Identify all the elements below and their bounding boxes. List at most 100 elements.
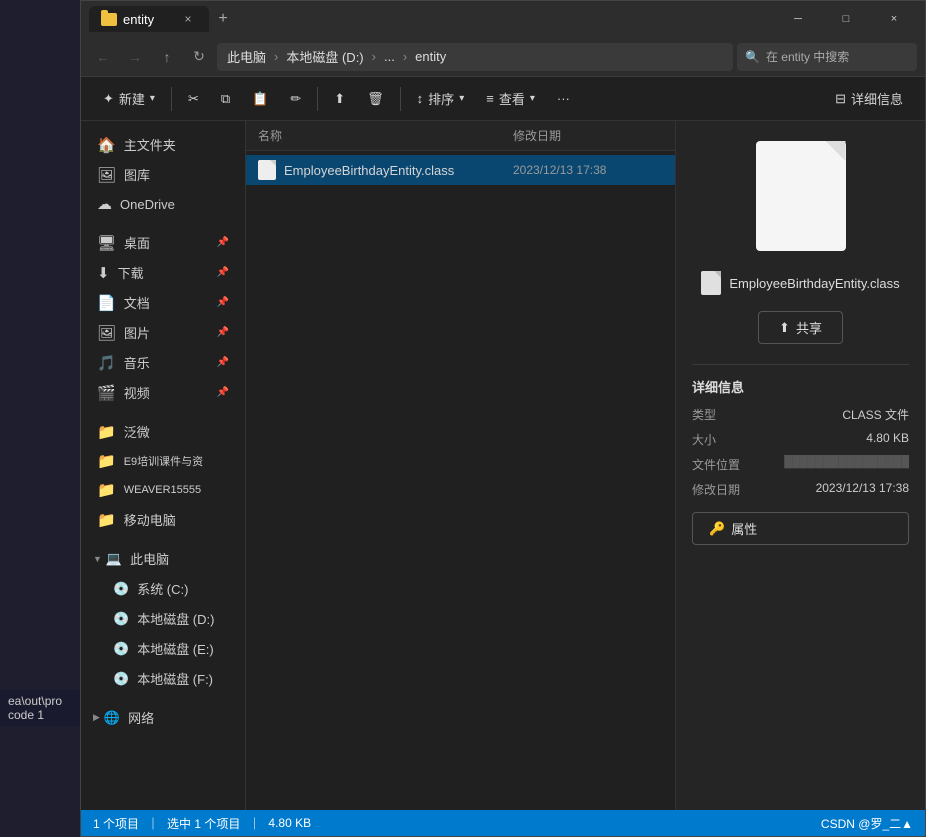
pin-icon-pictures: 📌 <box>217 327 229 338</box>
sidebar-label-videos: 视频 <box>124 383 150 402</box>
drive-e-label: 本地磁盘 (E:) <box>137 639 214 658</box>
col-date-header: 修改日期 <box>513 127 663 144</box>
new-tab-button[interactable]: + <box>209 5 237 33</box>
info-row-size: 大小 4.80 KB <box>692 431 909 448</box>
more-button[interactable]: ··· <box>547 86 580 111</box>
info-row-modified: 修改日期 2023/12/13 17:38 <box>692 481 909 498</box>
sidebar-item-mobile[interactable]: 📁 移动电脑 <box>85 505 241 534</box>
paste-button[interactable]: 📋 <box>242 86 278 112</box>
more-icon: ··· <box>557 91 570 106</box>
back-button[interactable]: ← <box>89 43 117 71</box>
sidebar-item-videos[interactable]: 🎬 视频 📌 <box>85 378 241 407</box>
search-bar[interactable]: 🔍 在 entity 中搜索 <box>737 43 917 71</box>
active-tab[interactable]: entity × <box>89 6 209 32</box>
status-right: CSDN @罗_二▲ <box>821 815 913 832</box>
tab-folder-icon <box>101 13 117 26</box>
cut-button[interactable]: ✂ <box>178 86 209 112</box>
desktop-icon: 🖥 <box>97 234 116 252</box>
up-icon: ↑ <box>164 49 171 65</box>
sort-arrow-icon: ▾ <box>459 93 464 104</box>
sidebar-label-onedrive: OneDrive <box>120 197 175 212</box>
sidebar-item-drive-f[interactable]: 💿 本地磁盘 (F:) <box>85 664 241 693</box>
sidebar-item-music[interactable]: 🎵 音乐 📌 <box>85 348 241 377</box>
delete-button[interactable]: 🗑 <box>357 86 394 112</box>
sidebar-item-drive-d[interactable]: 💿 本地磁盘 (D:) <box>85 604 241 633</box>
share-icon: ⬆ <box>334 91 345 107</box>
sort-button[interactable]: ↕ 排序 ▾ <box>407 84 475 113</box>
view-button[interactable]: ≡ 查看 ▾ <box>476 84 545 113</box>
info-value-location: ████████████████ <box>784 456 909 468</box>
sidebar-item-pictures[interactable]: 🖼 图片 📌 <box>85 318 241 347</box>
paste-icon: 📋 <box>252 91 268 107</box>
file-class-icon <box>258 160 276 180</box>
drive-e-icon: 💿 <box>113 641 129 657</box>
drive-c-label: 系统 (C:) <box>137 579 188 598</box>
sort-icon: ↕ <box>417 91 424 106</box>
sidebar-item-downloads[interactable]: ⬇ 下载 📌 <box>85 258 241 287</box>
status-right-text: CSDN @罗_二▲ <box>821 815 913 832</box>
separator-2 <box>317 87 318 111</box>
sidebar: 🏠 主文件夹 🖼 图库 ☁ OneDrive 🖥 桌面 📌 ⬇ 下载 📌 <box>81 121 246 810</box>
col-name-header: 名称 <box>258 127 513 144</box>
address-bar[interactable]: 此电脑 › 本地磁盘 (D:) › ... › entity <box>217 43 733 71</box>
details-icon: ⊟ <box>835 91 846 107</box>
network-expand[interactable]: ▶ 🌐 网络 <box>85 703 241 732</box>
info-value-type: CLASS 文件 <box>842 406 909 423</box>
sidebar-item-weaver[interactable]: 📁 WEAVER15555 <box>85 476 241 504</box>
weaver-folder-icon: 📁 <box>97 481 116 499</box>
detail-info: 详细信息 类型 CLASS 文件 大小 4.80 KB 文件位置 ███████… <box>692 364 909 545</box>
sidebar-label-mobile: 移动电脑 <box>124 510 176 529</box>
new-button[interactable]: ✦ 新建 ▾ <box>93 84 165 113</box>
sidebar-label-pictures: 图片 <box>124 323 150 342</box>
music-icon: 🎵 <box>97 354 116 372</box>
this-pc-icon: 💻 <box>106 551 122 567</box>
sidebar-item-drive-c[interactable]: 💿 系统 (C:) <box>85 574 241 603</box>
sidebar-item-gallery[interactable]: 🖼 图库 <box>85 160 241 189</box>
sidebar-item-drive-e[interactable]: 💿 本地磁盘 (E:) <box>85 634 241 663</box>
path-segment-1: 此电脑 <box>227 47 266 66</box>
refresh-icon: ↻ <box>193 48 205 65</box>
attr-button[interactable]: 🔑 属性 <box>692 512 909 545</box>
info-row-location: 文件位置 ████████████████ <box>692 456 909 473</box>
details-button[interactable]: ⊟ 详细信息 <box>825 84 913 113</box>
view-label: 查看 <box>499 89 525 108</box>
tab-close-button[interactable]: × <box>179 10 197 28</box>
close-button[interactable]: × <box>871 3 917 35</box>
up-button[interactable]: ↑ <box>153 43 181 71</box>
sidebar-item-desktop[interactable]: 🖥 桌面 📌 <box>85 228 241 257</box>
refresh-button[interactable]: ↻ <box>185 43 213 71</box>
info-value-modified: 2023/12/13 17:38 <box>816 481 909 495</box>
pin-icon-downloads: 📌 <box>217 267 229 278</box>
sidebar-item-home[interactable]: 🏠 主文件夹 <box>85 130 241 159</box>
drive-d-icon: 💿 <box>113 611 129 627</box>
rename-icon: ✏ <box>290 91 301 107</box>
documents-icon: 📄 <box>97 294 116 312</box>
maximize-button[interactable]: □ <box>823 3 869 35</box>
sidebar-item-fanwei[interactable]: 📁 泛微 <box>85 417 241 446</box>
sidebar-item-documents[interactable]: 📄 文档 📌 <box>85 288 241 317</box>
sidebar-item-e9[interactable]: 📁 E9培训课件与资 <box>85 447 241 475</box>
file-row[interactable]: EmployeeBirthdayEntity.class 2023/12/13 … <box>246 155 675 185</box>
title-bar: entity × + ─ □ × <box>81 1 925 37</box>
gallery-icon: 🖼 <box>97 166 116 184</box>
sidebar-item-onedrive[interactable]: ☁ OneDrive <box>85 190 241 218</box>
status-sep2: ｜ <box>248 815 260 832</box>
file-area: 名称 修改日期 EmployeeBirthdayEntity.class 202… <box>246 121 675 810</box>
share-button[interactable]: ⬆ <box>324 86 355 112</box>
forward-button[interactable]: → <box>121 43 149 71</box>
minimize-button[interactable]: ─ <box>775 3 821 35</box>
download-icon: ⬇ <box>97 264 110 282</box>
separator-3 <box>400 87 401 111</box>
file-name: EmployeeBirthdayEntity.class <box>284 163 505 178</box>
sidebar-label-documents: 文档 <box>124 293 150 312</box>
share-detail-button[interactable]: ⬆ 共享 <box>758 311 843 344</box>
info-title: 详细信息 <box>692 377 909 396</box>
drive-f-icon: 💿 <box>113 671 129 687</box>
copy-button[interactable]: ⧉ <box>211 86 240 112</box>
rename-button[interactable]: ✏ <box>280 86 311 112</box>
file-preview <box>756 141 846 251</box>
copy-icon: ⧉ <box>221 91 230 107</box>
this-pc-expand[interactable]: ▼ 💻 此电脑 <box>85 544 241 573</box>
pictures-icon: 🖼 <box>97 324 116 342</box>
window-controls: ─ □ × <box>775 3 917 35</box>
